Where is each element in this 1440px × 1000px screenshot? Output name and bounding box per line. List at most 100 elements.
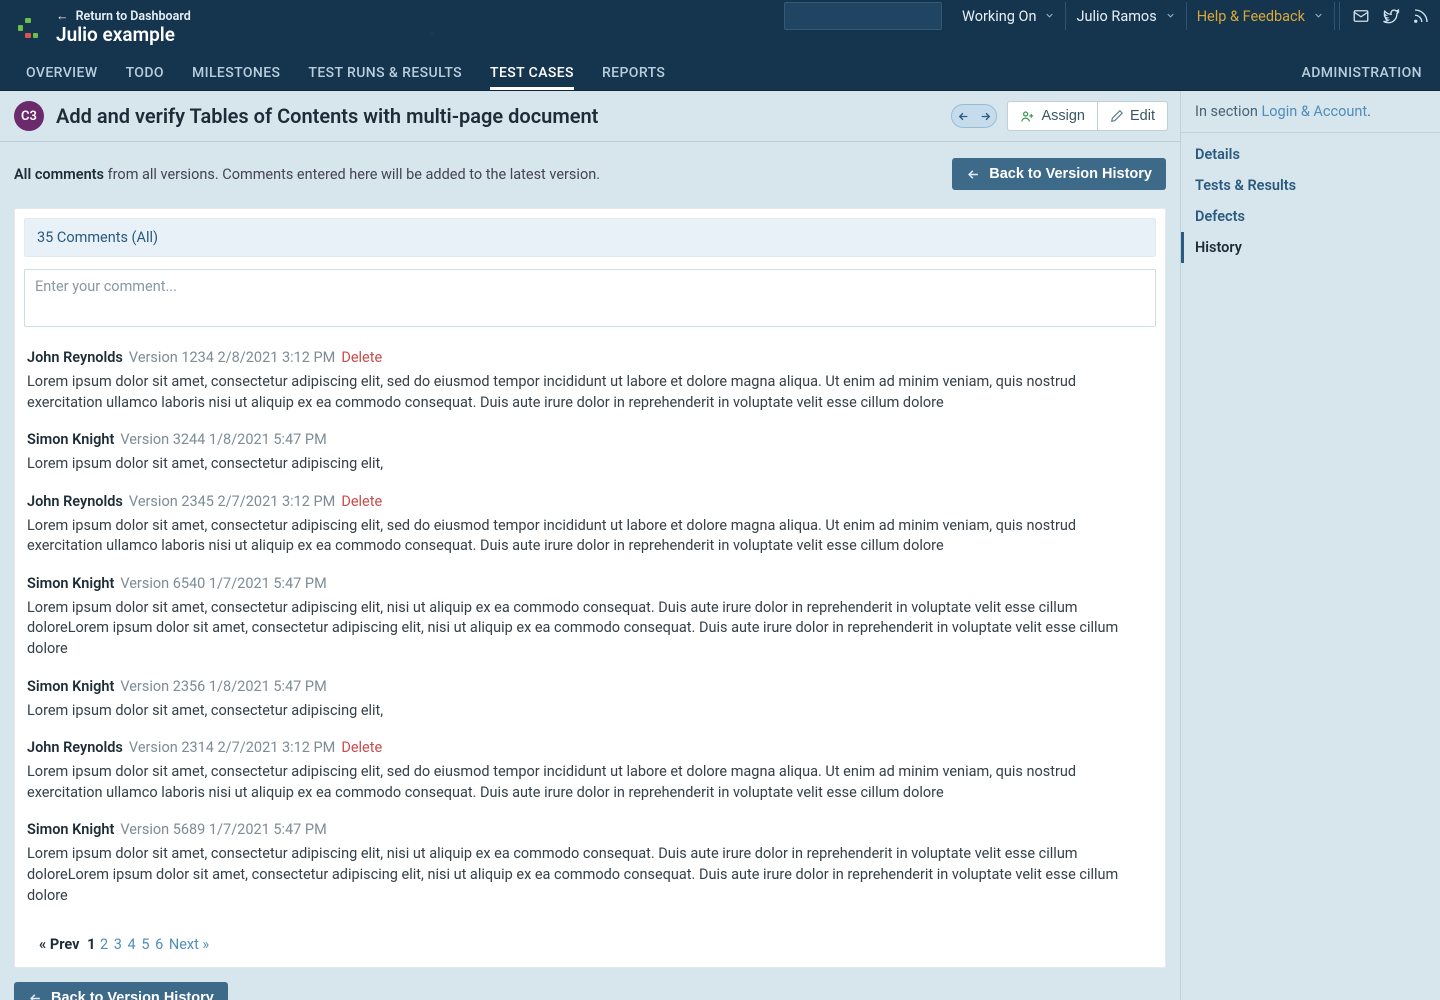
nav-tab-todo[interactable]: TODO <box>126 57 164 90</box>
comment-version-date: Version 2356 1/8/2021 5:47 PM <box>120 678 326 695</box>
comment-author: John Reynolds <box>27 739 123 756</box>
back-label: Back to Version History <box>989 166 1152 182</box>
comment-body: Lorem ipsum dolor sit amet, consectetur … <box>27 372 1153 413</box>
case-header: C3 Add and verify Tables of Contents wit… <box>0 91 1180 142</box>
pager-page[interactable]: 6 <box>155 936 163 953</box>
comments-count-header[interactable]: 35 Comments (All) <box>24 218 1156 257</box>
back-to-version-history-button[interactable]: Back to Version History <box>952 158 1166 190</box>
nav-tab-testcases[interactable]: TEST CASES <box>490 57 574 90</box>
pencil-icon <box>1110 109 1124 123</box>
case-id-badge: C3 <box>14 101 44 131</box>
comment-author: John Reynolds <box>27 349 123 366</box>
side-tabs: Details Tests & Results Defects History <box>1181 133 1440 263</box>
chevron-down-icon <box>1165 8 1176 25</box>
app-logo[interactable] <box>18 18 38 38</box>
in-section-prefix: In section <box>1195 103 1261 120</box>
pager-current: 1 <box>87 936 95 953</box>
arrow-left-icon: ← <box>56 9 69 24</box>
return-to-dashboard-link[interactable]: ← Return to Dashboard <box>56 9 191 24</box>
app-bar-right: Working On Julio Ramos Help & Feedback <box>784 0 1440 56</box>
rss-icon[interactable] <box>1412 7 1430 25</box>
comment-item: Simon KnightVersion 3244 1/8/2021 5:47 P… <box>27 413 1153 475</box>
comment-version-date: Version 3244 1/8/2021 5:47 PM <box>120 431 326 448</box>
comment-item: John ReynoldsVersion 1234 2/8/2021 3:12 … <box>27 331 1153 413</box>
body-row: C3 Add and verify Tables of Contents wit… <box>0 91 1440 1000</box>
pager-page[interactable]: 2 <box>100 936 108 953</box>
comments-list: John ReynoldsVersion 1234 2/8/2021 3:12 … <box>15 327 1165 918</box>
back-to-version-history-button-bottom[interactable]: Back to Version History <box>14 982 228 1000</box>
arrow-left-icon <box>957 110 970 123</box>
left-column: C3 Add and verify Tables of Contents wit… <box>0 91 1180 1000</box>
comment-delete-link[interactable]: Delete <box>341 349 382 366</box>
chevron-down-icon <box>1313 8 1324 25</box>
case-title: Add and verify Tables of Contents with m… <box>56 104 598 128</box>
side-tab-tests-results[interactable]: Tests & Results <box>1181 170 1440 201</box>
in-section-link[interactable]: Login & Account <box>1261 103 1367 120</box>
in-section-line: In section Login & Account. <box>1181 91 1440 133</box>
comment-item: John ReynoldsVersion 2345 2/7/2021 3:12 … <box>27 475 1153 557</box>
nav-tab-milestones[interactable]: MILESTONES <box>192 57 280 90</box>
return-label: Return to Dashboard <box>76 9 191 24</box>
nav-tab-reports[interactable]: REPORTS <box>602 57 665 90</box>
working-on-menu[interactable]: Working On <box>952 2 1066 30</box>
comment-item: John Reynolds Version 2314 2/7/2021 3:12 … <box>27 721 1153 803</box>
comment-version-date: Version 2314 2/7/2021 3:12 PM <box>129 739 335 756</box>
comment-author: Simon Knight <box>27 575 114 592</box>
user-name: Julio Ramos <box>1076 8 1156 25</box>
prev-case-button[interactable] <box>952 104 974 128</box>
pager-prev[interactable]: « Prev <box>39 936 79 953</box>
topbar-icons <box>1339 2 1430 30</box>
comment-meta: John ReynoldsVersion 2345 2/7/2021 3:12 … <box>27 493 1153 510</box>
comment-meta: Simon Knight Version 5689 1/7/2021 5:47 P… <box>27 821 1153 838</box>
comment-body: Lorem ipsum dolor sit amet, consectetur … <box>27 701 1153 722</box>
comment-version-date: Version 6540 1/7/2021 5:47 PM <box>120 575 326 592</box>
assign-button[interactable]: Assign <box>1007 101 1098 131</box>
comments-card: 35 Comments (All) Enter your comment... … <box>14 208 1166 968</box>
app-bar: ← Return to Dashboard Julio example Work… <box>0 0 1440 56</box>
user-menu[interactable]: Julio Ramos <box>1066 2 1186 30</box>
comment-input[interactable]: Enter your comment... <box>24 269 1156 327</box>
side-tab-history[interactable]: History <box>1181 232 1440 263</box>
comment-body: Lorem ipsum dolor sit amet, consectetur … <box>27 762 1153 803</box>
edit-button[interactable]: Edit <box>1098 101 1168 131</box>
comment-author: Simon Knight <box>27 678 114 695</box>
comment-item: Simon Knight Version 6540 1/7/2021 5:47 P… <box>27 557 1153 660</box>
twitter-icon[interactable] <box>1382 7 1400 25</box>
comment-body: Lorem ipsum dolor sit amet, consectetur … <box>27 844 1153 906</box>
all-comments-note-row: All comments from all versions. Comments… <box>0 142 1180 196</box>
edit-label: Edit <box>1130 108 1155 124</box>
comment-delete-link[interactable]: Delete <box>341 739 382 756</box>
nav-administration[interactable]: ADMINISTRATION <box>1302 57 1422 90</box>
help-menu[interactable]: Help & Feedback <box>1187 2 1335 30</box>
all-comments-rest: from all versions. Comments entered here… <box>104 166 600 183</box>
pager-page[interactable]: 4 <box>128 936 136 953</box>
nav-tab-testruns[interactable]: TEST RUNS & RESULTS <box>308 57 462 90</box>
side-tab-defects[interactable]: Defects <box>1181 201 1440 232</box>
pager-next[interactable]: Next » <box>169 936 209 953</box>
pager-page[interactable]: 3 <box>114 936 122 953</box>
comment-item: Simon Knight Version 2356 1/8/2021 5:47 P… <box>27 660 1153 722</box>
comment-body: Lorem ipsum dolor sit amet, consectetur … <box>27 598 1153 660</box>
arrow-right-icon <box>979 110 992 123</box>
in-section-suffix: . <box>1367 103 1371 120</box>
comment-author: John Reynolds <box>27 493 123 510</box>
back-bottom-wrap: Back to Version History <box>14 982 1180 1000</box>
nav-tab-overview[interactable]: OVERVIEW <box>26 57 98 90</box>
global-search[interactable] <box>784 2 942 30</box>
mail-icon[interactable] <box>1352 7 1370 25</box>
comment-version-date: Version 5689 1/7/2021 5:47 PM <box>120 821 326 838</box>
comment-meta: John ReynoldsVersion 1234 2/8/2021 3:12 … <box>27 349 1153 366</box>
arrow-left-icon <box>966 167 981 182</box>
comment-meta: John Reynolds Version 2314 2/7/2021 3:12 … <box>27 739 1153 756</box>
user-plus-icon <box>1020 109 1035 124</box>
comment-item: Simon Knight Version 5689 1/7/2021 5:47 P… <box>27 803 1153 906</box>
side-tab-details[interactable]: Details <box>1181 139 1440 170</box>
comment-meta: Simon Knight Version 2356 1/8/2021 5:47 P… <box>27 678 1153 695</box>
comment-author: Simon Knight <box>27 821 114 838</box>
app-titles: ← Return to Dashboard Julio example <box>56 9 191 47</box>
comment-delete-link[interactable]: Delete <box>341 493 382 510</box>
pager-page[interactable]: 5 <box>141 936 149 953</box>
next-case-button[interactable] <box>974 104 996 128</box>
comment-meta: Simon Knight Version 6540 1/7/2021 5:47 P… <box>27 575 1153 592</box>
global-search-input[interactable] <box>797 8 978 24</box>
